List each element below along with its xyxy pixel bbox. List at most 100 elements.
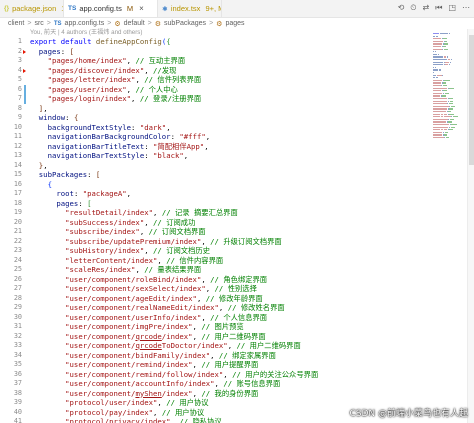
code-line[interactable]: 38 "user/component/myShen/index", // 我的身… <box>0 389 430 399</box>
minimap[interactable] <box>431 29 467 423</box>
minimap-line <box>433 33 436 35</box>
code-text: "protocol/pay/index", // 用户协议 <box>30 408 204 418</box>
typescript-icon: TS <box>53 20 62 27</box>
timeline-icon[interactable]: ⏲ <box>410 3 416 13</box>
code-line[interactable]: 9 window: { <box>0 113 430 123</box>
code-line[interactable]: 3 "pages/home/index", // 互动主界面 <box>0 56 430 66</box>
code-text: "letterContent/index", // 信件内容界面 <box>30 256 223 266</box>
line-number: 12 <box>13 141 22 150</box>
git-gutter-marker[interactable] <box>23 47 26 57</box>
minimap-line <box>433 105 449 108</box>
code-line[interactable]: 33 "user/component/qrcodeToDoctor/index"… <box>0 341 430 351</box>
code-line[interactable]: 2 pages: [ <box>0 47 430 57</box>
minimap-line <box>440 69 442 71</box>
line-number: 22 <box>13 236 22 245</box>
code-line[interactable]: 28 "user/component/ageEdit/index", // 修改… <box>0 294 430 304</box>
go-back-icon[interactable]: ⏮ <box>435 3 442 13</box>
code-token: } <box>30 160 44 170</box>
code-token: "pages/discover/index" <box>30 65 145 75</box>
code-text: pages: [ <box>30 199 91 209</box>
code-line[interactable]: 32 "user/component/qrcode/index", // 用户二… <box>0 332 430 342</box>
minimap-line <box>453 116 458 118</box>
minimap-line <box>449 87 455 89</box>
line-number: 1 <box>17 37 22 45</box>
more-actions-icon[interactable]: ⋯ <box>462 3 470 13</box>
code-text: { <box>30 180 52 190</box>
git-gutter-marker[interactable] <box>24 84 26 94</box>
code-line[interactable]: 27 "user/component/sexSelect/index", // … <box>0 284 430 294</box>
breadcrumb-item[interactable]: pages <box>225 20 244 27</box>
code-line[interactable]: 23 "subHistory/index", // 订阅文档历史 <box>0 246 430 256</box>
code-line[interactable]: 37 "user/component/accountInfo/index", /… <box>0 379 430 389</box>
git-gutter-marker <box>24 294 26 304</box>
code-token: "subHistory/index" <box>30 246 145 255</box>
code-token: , <box>205 132 211 141</box>
line-number: 7 <box>17 94 22 102</box>
minimap-line <box>450 126 455 128</box>
minimap-line <box>433 134 442 136</box>
revert-icon[interactable]: ⟲ <box>398 3 405 13</box>
code-line[interactable]: 21 "subscribe/index", // 订阅文档界面 <box>0 227 430 237</box>
tab-package-json[interactable]: {}package.json1 <box>0 0 64 17</box>
scrollbar-thumb[interactable] <box>469 35 474 165</box>
code-editor[interactable]: 1 export default defineAppConfig({2 pages… <box>0 29 430 423</box>
code-line[interactable]: 26 "user/component/roleBind/index", // 角… <box>0 275 430 285</box>
code-token: : <box>60 46 70 56</box>
code-line[interactable]: 35 "user/component/remind/index", // 用户提… <box>0 360 430 370</box>
code-line[interactable]: 1 export default defineAppConfig({ <box>0 37 430 47</box>
git-gutter-marker[interactable] <box>23 66 26 76</box>
breadcrumb-item[interactable]: client <box>8 20 24 27</box>
code-line[interactable]: 11 navigationBarBackgroundColor: "#fff", <box>0 132 430 142</box>
code-line[interactable]: 8 ], <box>0 104 430 114</box>
code-token: "packageA" <box>82 189 127 198</box>
code-token: , <box>144 246 154 255</box>
code-line[interactable]: 36 "user/component/remind/follow/index",… <box>0 370 430 380</box>
vertical-scrollbar[interactable] <box>467 29 474 423</box>
git-gutter-marker <box>24 104 26 114</box>
code-line[interactable]: 15 subPackages: [ <box>0 170 430 180</box>
code-line[interactable]: 6 "pages/user/index", // 个人中心 <box>0 84 430 94</box>
compare-icon[interactable]: ⇄ <box>423 3 430 13</box>
breadcrumb-item[interactable]: app.config.ts <box>65 20 105 27</box>
code-token: : <box>65 113 74 122</box>
breadcrumb-item[interactable]: subPackages <box>164 20 206 27</box>
split-editor-icon[interactable]: ◳ <box>448 3 456 13</box>
code-line[interactable]: 4 "pages/discover/index", //发现 <box>0 66 430 76</box>
git-gutter-marker <box>24 265 26 275</box>
code-token: qrcode <box>135 341 162 350</box>
code-line[interactable]: 29 "user/component/realNameEdit/index", … <box>0 303 430 313</box>
code-token: { <box>166 37 171 46</box>
code-text: ], <box>30 104 48 114</box>
code-line[interactable]: 34 "user/component/bindFamily/index", //… <box>0 351 430 361</box>
git-gutter-marker <box>24 408 26 418</box>
code-line[interactable]: 14 }, <box>0 161 430 171</box>
code-line[interactable]: 5 "pages/letter/index", // 信件列表界面 <box>0 75 430 85</box>
tab-label: app.config.ts <box>79 4 122 13</box>
code-line[interactable]: 16 { <box>0 180 430 190</box>
code-line[interactable]: 31 "user/component/imgPre/index", // 图片预… <box>0 322 430 332</box>
line-number: 25 <box>13 265 22 273</box>
code-line[interactable]: 10 backgroundTextStyle: "dark", <box>0 123 430 133</box>
tab-app-config-ts[interactable]: TS app.config.ts M × <box>64 0 158 17</box>
code-line[interactable]: 25 "scaleRes/index", // 量表结果界面 <box>0 265 430 275</box>
tab-index-tsx[interactable]: ⚛index.tsx 9+, M <box>158 0 222 17</box>
code-line[interactable]: 19 "resultDetail/index", // 记录 摘要汇总界面 <box>0 208 430 218</box>
breadcrumb-item[interactable]: src <box>34 20 43 27</box>
code-line[interactable]: 13 navigationBarTextStyle: "black", <box>0 151 430 161</box>
code-token: // 升级订阅文档界面 <box>210 236 282 246</box>
code-text: "user/component/bindFamily/index", // 绑定… <box>30 351 276 361</box>
code-line[interactable]: 7 "pages/login/index", // 登录/注册界面 <box>0 94 430 104</box>
git-gutter-marker[interactable] <box>24 94 26 104</box>
code-line[interactable]: 17 root: "packageA", <box>0 189 430 199</box>
code-token: "user/component/remind/follow/index" <box>30 369 224 379</box>
code-line[interactable]: 24 "letterContent/index", // 信件内容界面 <box>0 256 430 266</box>
code-line[interactable]: 30 "user/component/userInfo/index", // 个… <box>0 313 430 323</box>
breadcrumb-item[interactable]: default <box>124 20 145 27</box>
code-line[interactable]: 12 navigationBarTitleText: "简配相伴App", <box>0 142 430 152</box>
close-icon[interactable]: × <box>139 4 144 13</box>
code-line[interactable]: 20 "subSuccess/index", // 订阅成功 <box>0 218 430 228</box>
code-line[interactable]: 18 pages: [ <box>0 199 430 209</box>
code-text: subPackages: [ <box>30 170 101 180</box>
code-line[interactable]: 22 "subscribe/updatePremium/index", // 升… <box>0 237 430 247</box>
minimap-line <box>444 129 448 131</box>
